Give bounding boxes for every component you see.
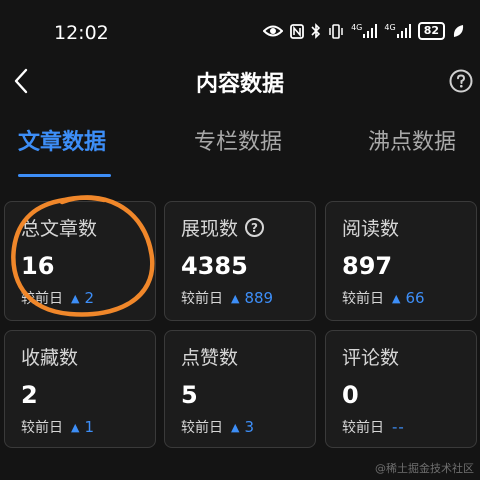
signal-label: 4G — [384, 23, 396, 32]
card-value: 0 — [342, 381, 359, 409]
card-value: 897 — [342, 252, 393, 280]
change-value: 3 — [244, 418, 255, 436]
card-label: 总文章数 — [21, 218, 98, 240]
header: 内容数据 — [0, 58, 480, 104]
change-value: 2 — [84, 289, 95, 307]
active-tab-indicator — [18, 174, 111, 177]
info-icon[interactable]: ? — [245, 218, 265, 237]
page-title: 内容数据 — [195, 72, 284, 97]
card-value: 2 — [21, 381, 38, 409]
card-label: 展现数 — [181, 218, 239, 240]
change-value: -- — [392, 418, 405, 436]
leaf-icon — [452, 24, 464, 38]
card-label: 评论数 — [342, 347, 400, 369]
card-compare: 较前日 ▲ 66 — [342, 288, 425, 308]
eye-icon — [263, 24, 284, 38]
stat-card-comments[interactable]: 评论数 0 较前日 -- — [325, 330, 477, 448]
battery-icon: 82 — [417, 22, 445, 40]
tab-column-data[interactable]: 专栏数据 — [194, 124, 282, 156]
stat-card-likes[interactable]: 点赞数 5 较前日 ▲ 3 — [164, 330, 316, 448]
card-compare: 较前日 -- — [342, 417, 405, 437]
card-compare: 较前日 ▲ 2 — [21, 288, 94, 308]
card-label: 点赞数 — [181, 347, 239, 369]
stat-card-favorites[interactable]: 收藏数 2 较前日 ▲ 1 — [4, 330, 156, 448]
tab-article-data[interactable]: 文章数据 — [18, 124, 106, 156]
up-arrow-icon: ▲ — [392, 291, 401, 305]
status-bar: 12:02 4G 4G 82 — [0, 0, 480, 64]
stat-card-impressions[interactable]: 展现数 ? 4385 较前日 ▲ 889 — [164, 201, 316, 321]
card-compare: 较前日 ▲ 1 — [21, 417, 94, 437]
bluetooth-icon — [311, 23, 321, 39]
compare-label: 较前日 — [181, 291, 223, 307]
card-label: 阅读数 — [342, 218, 400, 240]
up-arrow-icon: ▲ — [231, 291, 240, 305]
status-time: 12:02 — [54, 22, 109, 44]
signal-label: 4G — [351, 23, 363, 32]
card-value: 4385 — [181, 252, 248, 280]
card-compare: 较前日 ▲ 3 — [181, 417, 254, 437]
tab-bar: 文章数据 专栏数据 沸点数据 — [0, 118, 480, 178]
help-icon — [449, 69, 473, 93]
nfc-icon — [290, 23, 304, 39]
help-button[interactable] — [446, 66, 476, 96]
up-arrow-icon: ▲ — [71, 420, 80, 434]
card-label-wrap: 展现数 ? — [181, 214, 265, 241]
up-arrow-icon: ▲ — [231, 420, 240, 434]
card-compare: 较前日 ▲ 889 — [181, 288, 273, 308]
compare-label: 较前日 — [342, 291, 384, 307]
tab-pins-data[interactable]: 沸点数据 — [368, 124, 456, 156]
compare-label: 较前日 — [342, 420, 384, 436]
stat-card-total-articles[interactable]: 总文章数 16 较前日 ▲ 2 — [4, 201, 156, 321]
change-value: 889 — [244, 289, 274, 307]
card-value: 5 — [181, 381, 198, 409]
up-arrow-icon: ▲ — [71, 291, 80, 305]
compare-label: 较前日 — [21, 420, 63, 436]
vibrate-icon — [328, 23, 344, 39]
watermark: @稀土掘金技术社区 — [375, 462, 474, 475]
card-label: 收藏数 — [21, 347, 79, 369]
status-icons: 4G 4G 82 — [263, 22, 464, 40]
signal-icon: 4G — [351, 23, 378, 38]
change-value: 66 — [405, 289, 425, 307]
signal-icon: 4G — [384, 23, 411, 38]
compare-label: 较前日 — [181, 420, 223, 436]
card-value: 16 — [21, 252, 55, 280]
stat-card-reads[interactable]: 阅读数 897 较前日 ▲ 66 — [325, 201, 477, 321]
change-value: 1 — [84, 418, 95, 436]
compare-label: 较前日 — [21, 291, 63, 307]
